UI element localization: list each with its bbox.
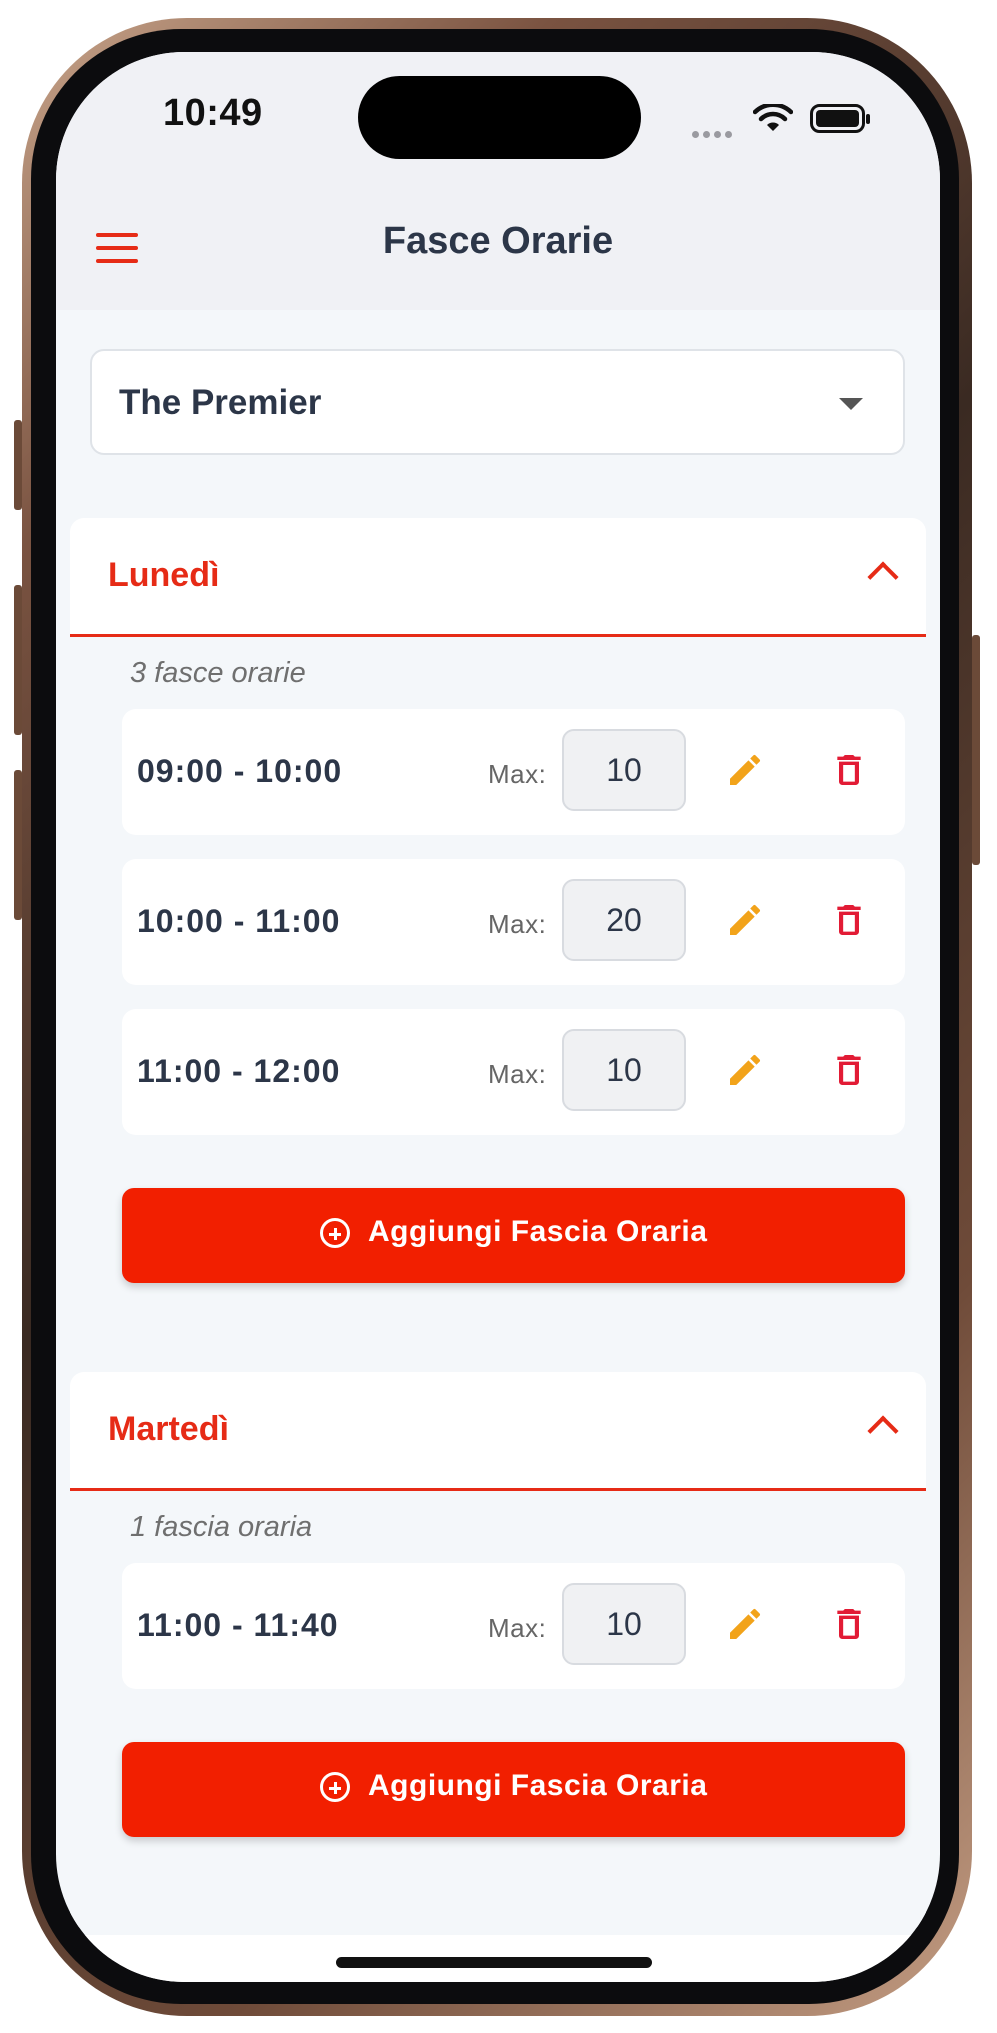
add-slot-button[interactable]: Aggiungi Fascia Oraria	[122, 1742, 905, 1837]
max-label: Max:	[488, 759, 547, 789]
pencil-icon[interactable]	[725, 1604, 765, 1644]
top-bar: 10:49 Fasce Orarie	[56, 52, 940, 310]
add-slot-label: Aggiungi Fascia Oraria	[368, 1215, 708, 1248]
pencil-icon[interactable]	[725, 900, 765, 940]
trash-icon[interactable]	[829, 1050, 869, 1090]
trash-icon[interactable]	[829, 900, 869, 940]
wifi-icon	[753, 104, 793, 131]
pencil-icon[interactable]	[725, 1050, 765, 1090]
status-time: 10:49	[163, 92, 263, 134]
day-section-martedi: Martedì 1 fascia oraria 11:00 - 11:40 Ma…	[70, 1372, 926, 1928]
max-input[interactable]: 10	[562, 729, 686, 811]
dynamic-island	[358, 76, 641, 159]
trash-icon[interactable]	[829, 1604, 869, 1644]
max-input[interactable]: 10	[562, 1583, 686, 1665]
slot-time: 11:00 - 11:40	[137, 1607, 339, 1643]
day-name: Lunedì	[108, 556, 220, 594]
add-slot-label: Aggiungi Fascia Oraria	[368, 1769, 708, 1802]
chevron-up-icon[interactable]	[867, 1415, 899, 1447]
slot-time: 10:00 - 11:00	[137, 903, 341, 939]
max-label: Max:	[488, 909, 547, 939]
day-section-lunedi: Lunedì 3 fasce orarie 09:00 - 10:00 Max:…	[70, 518, 926, 1349]
pencil-icon[interactable]	[725, 750, 765, 790]
max-label: Max:	[488, 1059, 547, 1089]
chevron-up-icon[interactable]	[867, 561, 899, 593]
plus-circle-icon	[320, 1772, 350, 1802]
side-button	[14, 420, 22, 510]
venue-select[interactable]: The Premier	[90, 349, 905, 455]
power-button	[972, 635, 980, 865]
day-header-lunedi[interactable]: Lunedì	[70, 518, 926, 637]
time-slot: 11:00 - 11:40 Max: 10	[122, 1563, 905, 1689]
time-slot: 10:00 - 11:00 Max: 20	[122, 859, 905, 985]
max-input[interactable]: 20	[562, 879, 686, 961]
venue-select-value: The Premier	[119, 383, 322, 422]
page-title: Fasce Orarie	[382, 220, 614, 262]
day-header-martedi[interactable]: Martedì	[70, 1372, 926, 1491]
signal-icon	[692, 125, 736, 143]
plus-circle-icon	[320, 1218, 350, 1248]
trash-icon[interactable]	[829, 750, 869, 790]
dropdown-caret-icon	[839, 398, 863, 410]
day-body: 3 fasce orarie 09:00 - 10:00 Max: 10 10:…	[70, 637, 926, 1349]
slot-count: 1 fascia oraria	[130, 1511, 313, 1543]
volume-up-button	[14, 585, 22, 735]
add-slot-button[interactable]: Aggiungi Fascia Oraria	[122, 1188, 905, 1283]
day-body: 1 fascia oraria 11:00 - 11:40 Max: 10 Ag…	[70, 1491, 926, 1928]
screen: 10:49 Fasce Orarie The Premier Lunedì 3 …	[56, 52, 940, 1982]
battery-icon	[810, 104, 870, 133]
time-slot: 09:00 - 10:00 Max: 10	[122, 709, 905, 835]
max-input[interactable]: 10	[562, 1029, 686, 1111]
volume-down-button	[14, 770, 22, 920]
day-name: Martedì	[108, 1410, 229, 1448]
slot-time: 11:00 - 12:00	[137, 1053, 341, 1089]
slot-count: 3 fasce orarie	[130, 657, 306, 689]
home-indicator[interactable]	[336, 1957, 652, 1968]
max-label: Max:	[488, 1613, 547, 1643]
time-slot: 11:00 - 12:00 Max: 10	[122, 1009, 905, 1135]
slot-time: 09:00 - 10:00	[137, 753, 343, 789]
